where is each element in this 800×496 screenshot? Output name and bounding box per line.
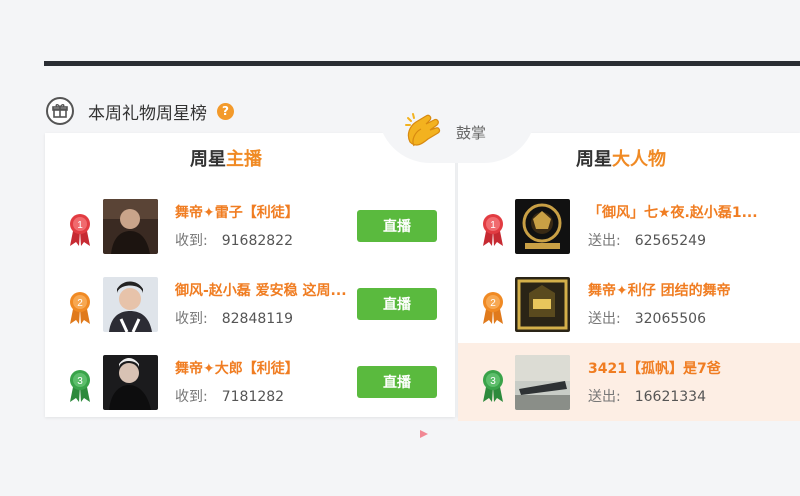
gift-icon: [46, 97, 74, 125]
received-stat: 收到: 82848119: [175, 308, 293, 328]
sent-label: 送出:: [588, 311, 621, 327]
sent-value: 16621334: [634, 389, 706, 405]
vip-name[interactable]: 3421【孤帆】是7爸: [588, 358, 721, 378]
section-title: 本周礼物周星榜: [88, 103, 207, 124]
avatar[interactable]: [103, 355, 158, 410]
sent-value: 62565249: [634, 233, 706, 249]
anchor-name[interactable]: 舞帝✦大郎【利徒】: [175, 358, 299, 378]
list-item[interactable]: 1 舞帝✦雷子【利徒】 收到: 91682822 直播: [45, 187, 455, 265]
received-label: 收到:: [175, 311, 208, 327]
title-prefix: 周星: [576, 149, 612, 170]
list-item[interactable]: 3 舞帝✦大郎【利徒】 收到: 7181282 直播: [45, 343, 455, 421]
list-item[interactable]: 3 3421【孤帆】是7爸 送出: 16621334: [458, 343, 800, 421]
medal-ribbon-icon: 2: [70, 292, 90, 324]
scroll-indicator-icon: [420, 430, 428, 438]
avatar[interactable]: [515, 277, 570, 332]
received-stat: 收到: 7181282: [175, 386, 284, 406]
medal-ribbon-icon: 3: [483, 370, 503, 402]
clap-button[interactable]: 鼓掌: [404, 112, 486, 152]
rank-number: 1: [77, 220, 83, 231]
rank-number: 1: [490, 220, 496, 231]
vip-ranking-panel: 周星大人物 1 「御风」七★夜.赵小磊1... 送出: 62565249 2 舞…: [458, 133, 800, 421]
rank-number: 2: [490, 298, 496, 309]
received-label: 收到:: [175, 233, 208, 249]
medal-ribbon-icon: 1: [483, 214, 503, 246]
vip-name[interactable]: 「御风」七★夜.赵小磊1...: [588, 202, 758, 222]
anchor-name[interactable]: 舞帝✦雷子【利徒】: [175, 202, 299, 222]
vip-name[interactable]: 舞帝✦利仔 团结的舞帝: [588, 280, 731, 300]
medal-ribbon-icon: 3: [70, 370, 90, 402]
title-prefix: 周星: [190, 149, 226, 170]
avatar[interactable]: [103, 199, 158, 254]
anchor-ranking-panel: 周星主播 1 舞帝✦雷子【利徒】 收到: 91682822 直播 2 御风-赵小…: [45, 133, 455, 417]
section-header: 本周礼物周星榜 ?: [46, 95, 234, 127]
title-highlight: 主播: [226, 149, 262, 170]
medal-ribbon-icon: 1: [70, 214, 90, 246]
medal-ribbon-icon: 2: [483, 292, 503, 324]
list-item[interactable]: 1 「御风」七★夜.赵小磊1... 送出: 62565249: [458, 187, 800, 265]
title-highlight: 大人物: [612, 149, 666, 170]
received-stat: 收到: 91682822: [175, 230, 293, 250]
top-divider-bar: [44, 61, 800, 66]
received-value: 82848119: [221, 311, 293, 327]
rank-number: 3: [77, 376, 83, 387]
anchor-name[interactable]: 御风-赵小磊 爱安稳 这周...: [175, 280, 347, 300]
received-label: 收到:: [175, 389, 208, 405]
avatar[interactable]: [515, 355, 570, 410]
help-icon[interactable]: ?: [217, 102, 234, 120]
rank-number: 2: [77, 298, 83, 309]
sent-value: 32065506: [634, 311, 706, 327]
list-item[interactable]: 2 御风-赵小磊 爱安稳 这周... 收到: 82848119 直播: [45, 265, 455, 343]
sent-stat: 送出: 16621334: [588, 386, 706, 406]
sent-stat: 送出: 32065506: [588, 308, 706, 328]
received-value: 91682822: [221, 233, 293, 249]
live-button[interactable]: 直播: [357, 366, 437, 398]
clap-hands-icon: [405, 113, 441, 147]
clap-label[interactable]: 鼓掌: [456, 122, 486, 143]
avatar[interactable]: [103, 277, 158, 332]
sent-stat: 送出: 62565249: [588, 230, 706, 250]
live-button[interactable]: 直播: [357, 210, 437, 242]
avatar[interactable]: [515, 199, 570, 254]
received-value: 7181282: [221, 389, 285, 405]
anchor-panel-title: 周星主播: [21, 145, 431, 171]
list-item[interactable]: 2 舞帝✦利仔 团结的舞帝 送出: 32065506: [458, 265, 800, 343]
sent-label: 送出:: [588, 233, 621, 249]
sent-label: 送出:: [588, 389, 621, 405]
rank-number: 3: [490, 376, 496, 387]
live-button[interactable]: 直播: [357, 288, 437, 320]
